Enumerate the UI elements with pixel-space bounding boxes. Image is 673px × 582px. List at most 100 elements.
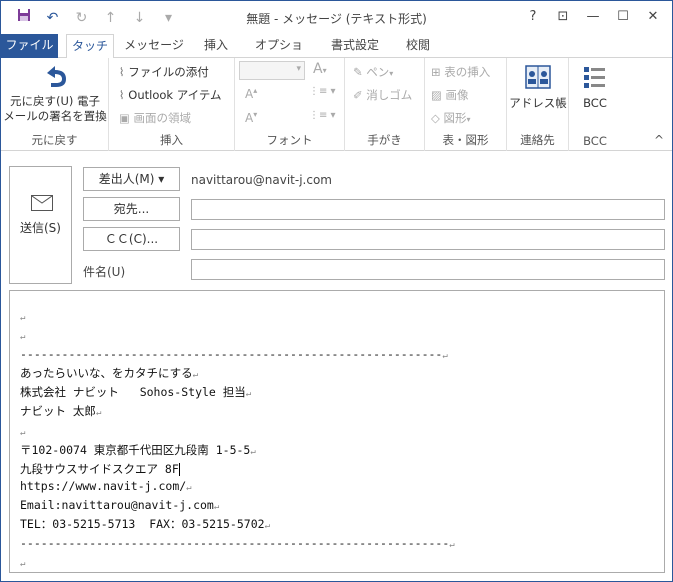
tab-file[interactable]: ファイル: [1, 34, 58, 58]
from-button[interactable]: 差出人(M) ▾: [83, 167, 180, 191]
help-icon[interactable]: ?: [518, 6, 548, 28]
font-a-icon: A: [245, 87, 254, 101]
revert-signature-button[interactable]: 元に戻す(U) 電子 メールの署名を置換: [3, 64, 107, 124]
cc-field[interactable]: [191, 229, 665, 250]
shapes-icon: ◇: [431, 111, 440, 125]
outlook-message-window: ↶ ↻ ↑ ↓ ▾ 無題 - メッセージ (テキスト形式) ? ⊡ — ☐ ✕ …: [0, 0, 673, 582]
send-envelope-icon: [31, 195, 53, 211]
send-label: 送信(S): [20, 221, 61, 235]
paragraph-return-mark: ↵: [95, 408, 102, 419]
group-label-revert: 元に戻す: [31, 133, 78, 147]
body-line: 〒102-0074 東京都千代田区九段南 1-5-5↵: [20, 442, 455, 461]
paragraph-return-mark: ↵: [20, 313, 26, 323]
address-book-label: アドレス帳: [509, 96, 567, 110]
eraser-icon: ✐: [353, 88, 363, 102]
tab-format-text[interactable]: 書式設定: [326, 34, 384, 58]
body-line: 株式会社 ナビット Sohos-Style 担当↵: [20, 384, 455, 403]
picture-button[interactable]: ▨ 画像: [431, 87, 469, 103]
address-book-button[interactable]: アドレス帳: [509, 64, 567, 111]
font-a-button[interactable]: A▴: [245, 86, 257, 101]
ribbon-display-options-icon[interactable]: ⊡: [548, 6, 578, 28]
undo-arrow-icon: [47, 66, 66, 87]
pen-label: ペン: [366, 65, 390, 79]
paragraph-return-mark: ↵: [20, 427, 26, 438]
subject-label: 件名(U): [83, 265, 126, 279]
bcc-icon: [584, 67, 605, 88]
body-line-text: ----------------------------------------…: [20, 347, 443, 362]
group-insert: ⌇ ファイルの添付 ⌇ Outlook アイテム ▣ 画面の領域 挿入: [109, 58, 235, 151]
paragraph-return-mark: ↵: [192, 370, 199, 381]
font-a-small-button[interactable]: A▾: [245, 110, 257, 125]
paragraph-return-mark: ↵: [442, 351, 448, 362]
insert-table-button[interactable]: ⊞ 表の挿入: [431, 64, 490, 80]
text-caret: [178, 462, 180, 476]
tab-review[interactable]: 校閲: [400, 34, 436, 58]
grow-font-icon: A: [313, 61, 323, 77]
to-field[interactable]: [191, 199, 665, 220]
from-address: navittarou@navit-j.com: [191, 173, 332, 187]
group-tables-shapes: ⊞ 表の挿入 ▨ 画像 ◇ 図形▾ 表・図形: [425, 58, 507, 151]
body-line-text: Email:navittarou@navit-j.com: [20, 497, 214, 512]
tab-touch[interactable]: タッチ: [66, 34, 114, 59]
body-line-text: 〒102-0074 東京都千代田区九段南 1-5-5: [20, 442, 251, 457]
body-line: ----------------------------------------…: [20, 346, 455, 365]
maximize-button[interactable]: ☐: [608, 6, 638, 28]
pen-button[interactable]: ✎ ペン▾: [353, 64, 393, 80]
grow-font-button[interactable]: A▾: [313, 61, 327, 77]
body-line-text: TEL：03-5215-5713 FAX：03-5215-5702: [20, 517, 265, 532]
body-line: ↵: [20, 327, 455, 346]
body-line-text: https://www.navit-j.com/: [20, 478, 187, 493]
attach-file-button[interactable]: ⌇ ファイルの添付: [119, 64, 209, 80]
numbering-button[interactable]: ⋮≡ ▾: [309, 110, 336, 121]
outlook-item-label: Outlook アイテム: [128, 88, 222, 102]
close-button[interactable]: ✕: [638, 6, 668, 28]
group-label-font: フォント: [266, 133, 313, 147]
body-line-text: ----------------------------------------…: [20, 536, 450, 551]
picture-label: 画像: [445, 88, 469, 102]
group-bcc: BCC BCC: [569, 58, 621, 151]
bcc-label: BCC: [583, 96, 607, 110]
group-names: アドレス帳 連絡先: [507, 58, 569, 151]
chevron-down-icon: ▾: [466, 115, 471, 124]
paperclip-icon: ⌇: [119, 65, 125, 79]
body-line: https://www.navit-j.com/↵: [20, 478, 455, 497]
eraser-button[interactable]: ✐ 消しゴム: [353, 87, 412, 103]
tab-insert[interactable]: 挿入: [198, 34, 234, 58]
insert-table-label: 表の挿入: [444, 65, 491, 79]
outlook-item-button[interactable]: ⌇ Outlook アイテム: [119, 87, 222, 103]
body-line: ↵: [20, 554, 455, 572]
screen-clip-label: 画面の領域: [133, 111, 192, 125]
minimize-button[interactable]: —: [578, 6, 608, 28]
group-label-ink: 手がき: [367, 133, 402, 147]
shapes-button[interactable]: ◇ 図形▾: [431, 110, 471, 126]
subject-field[interactable]: [191, 259, 665, 280]
body-line: TEL：03-5215-5713 FAX：03-5215-5702↵: [20, 516, 455, 535]
paragraph-return-mark: ↵: [186, 482, 192, 493]
revert-line2: メールの署名を置換: [3, 109, 107, 123]
ribbon: 元に戻す(U) 電子 メールの署名を置換 元に戻す ⌇ ファイルの添付 ⌇ Ou…: [1, 58, 672, 151]
window-controls: ? ⊡ — ☐ ✕: [518, 6, 668, 28]
tab-message[interactable]: メッセージ: [123, 34, 185, 58]
font-size-dropdown[interactable]: ▾: [239, 61, 305, 80]
to-button[interactable]: 宛先...: [83, 197, 180, 221]
collapse-ribbon-icon[interactable]: ^: [654, 133, 664, 147]
chevron-down-icon: ▾: [296, 64, 301, 74]
paragraph-return-mark: ↵: [250, 446, 256, 457]
chevron-down-icon: ▾: [322, 66, 327, 75]
cc-button[interactable]: ＣＣ(C)...: [83, 227, 180, 251]
screen-clip-button[interactable]: ▣ 画面の領域: [119, 110, 191, 126]
tab-options[interactable]: オプション: [251, 34, 307, 74]
pen-icon: ✎: [353, 65, 363, 79]
body-line: ナビット 太郎↵: [20, 403, 455, 422]
bullets-button[interactable]: ⋮≡ ▾: [309, 86, 336, 97]
group-label-tables: 表・図形: [442, 133, 489, 147]
bcc-toggle-button[interactable]: BCC: [571, 64, 619, 111]
body-line: ↵: [20, 308, 455, 327]
font-a-small-icon: A: [245, 111, 254, 125]
picture-icon: ▨: [431, 88, 442, 102]
address-book-icon: [525, 65, 551, 89]
message-body[interactable]: ↵ ↵ --------------------------------------…: [9, 290, 665, 573]
send-button[interactable]: 送信(S): [9, 166, 72, 284]
body-line-text: 株式会社 ナビット Sohos-Style 担当: [20, 385, 246, 400]
outlook-item-icon: ⌇: [119, 88, 125, 102]
